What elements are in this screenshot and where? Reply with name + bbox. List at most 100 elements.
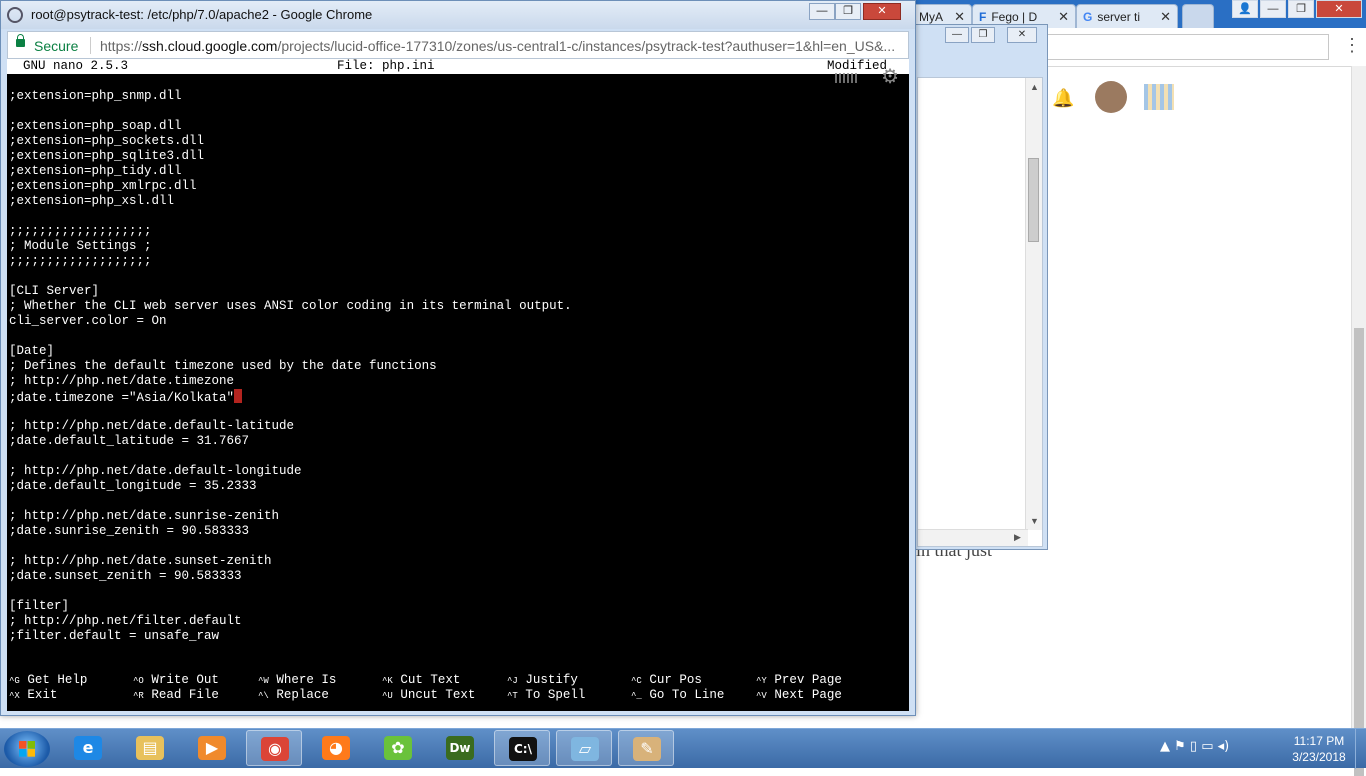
shortcut-label: Where Is [276,673,337,687]
editor-line[interactable]: ;extension=php_tidy.dll [9,164,572,179]
terminal[interactable]: GNU nano 2.5.3 File: php.ini Modified ⚙ … [7,59,909,711]
editor-line[interactable]: ;extension=php_xsl.dll [9,194,572,209]
editor-line[interactable]: ; http://php.net/filter.default [9,614,572,629]
shortcut-key: ^G [9,676,20,686]
taskbar-notes[interactable]: ▱ [556,730,612,766]
taskbar-green-app[interactable]: ✿ [370,730,426,766]
clock[interactable]: 11:17 PM 3/23/2018 [1286,733,1352,765]
editor-line[interactable]: ;date.default_latitude = 31.7667 [9,434,572,449]
editor-line[interactable] [9,584,572,599]
gear-icon[interactable]: ⚙ [881,69,899,89]
keyboard-icon[interactable] [835,73,857,83]
close-button[interactable]: ✕ [1316,0,1362,18]
taskbar-firefox[interactable]: ◕ [308,730,364,766]
editor-line[interactable] [9,404,572,419]
shortcut-key: ^K [382,676,393,686]
editor-line[interactable]: ;extension=php_snmp.dll [9,89,572,104]
editor-line[interactable]: ;date.default_longitude = 35.2333 [9,479,572,494]
minimize-button[interactable]: — [1260,0,1286,18]
editor-line[interactable]: ;;;;;;;;;;;;;;;;;;; [9,254,572,269]
chrome-ssh-window: root@psytrack-test: /etc/php/7.0/apache2… [0,0,916,716]
close-icon[interactable]: ✕ [1058,5,1069,28]
shortcut-label: Next Page [774,688,842,702]
editor-line[interactable]: ; http://php.net/date.default-longitude [9,464,572,479]
address-bar[interactable]: Secure https://ssh.cloud.google.com/proj… [7,31,909,59]
editor-line[interactable]: ; Module Settings ; [9,239,572,254]
taskbar-internet-explorer[interactable]: e [60,730,116,766]
editor-content[interactable]: ;extension=php_snmp.dll ;extension=php_so… [9,89,572,644]
editor-line[interactable]: ; Whether the CLI web server uses ANSI c… [9,299,572,314]
editor-line[interactable]: ;extension=php_sqlite3.dll [9,149,572,164]
shortcut-cur-pos: ^C Cur Pos [631,673,702,688]
scrollbar-thumb[interactable] [1354,328,1364,776]
taskbar-paint[interactable]: ✎ [618,730,674,766]
editor-line[interactable] [9,494,572,509]
avatar[interactable] [1095,81,1127,113]
modified-flag: Modified [827,59,888,73]
editor-line[interactable]: ;extension=php_xmlrpc.dll [9,179,572,194]
taskbar-media-player[interactable]: ▶ [184,730,240,766]
new-tab-button[interactable] [1182,4,1214,28]
editor-line[interactable] [9,104,572,119]
secure-label: Secure [34,38,79,54]
title-bar[interactable]: root@psytrack-test: /etc/php/7.0/apache2… [1,1,915,29]
editor-line[interactable]: ;;;;;;;;;;;;;;;;;;; [9,224,572,239]
editor-line[interactable]: ;extension=php_sockets.dll [9,134,572,149]
media-player-icon: ▶ [198,736,226,760]
editor-line[interactable]: ; http://php.net/date.default-latitude [9,419,572,434]
taskbar-dreamweaver[interactable]: Dw [432,730,488,766]
shortcut-exit: ^X Exit [9,688,57,703]
file-name: File: php.ini [337,59,435,73]
taskbar-command-prompt[interactable]: C:\ [494,730,550,766]
editor-line[interactable]: cli_server.color = On [9,314,572,329]
minimize-button[interactable]: — [945,27,969,43]
editor-line[interactable]: ;date.timezone ="Asia/Kolkata" [9,389,572,405]
editor-line[interactable] [9,539,572,554]
shortcut-key: ^C [631,676,642,686]
google-icon: G [1083,10,1093,24]
vertical-scrollbar[interactable]: ▲ ▼ [1025,78,1042,530]
show-desktop-button[interactable] [1355,729,1366,769]
page-scrollbar[interactable] [1351,66,1366,776]
horizontal-scrollbar[interactable]: ▶ [918,529,1028,546]
maximize-button[interactable]: ❐ [971,27,995,43]
start-button[interactable] [4,731,50,767]
editor-line[interactable]: [CLI Server] [9,284,572,299]
close-button[interactable]: ✕ [863,3,901,20]
scroll-up-icon[interactable]: ▲ [1030,82,1039,92]
editor-line[interactable]: ; http://php.net/date.timezone [9,374,572,389]
scroll-right-icon[interactable]: ▶ [1014,532,1021,543]
scrollbar-thumb[interactable] [1028,158,1039,242]
minimize-button[interactable]: — [809,3,835,20]
editor-line[interactable]: ;filter.default = unsafe_raw [9,629,572,644]
editor-line[interactable]: [filter] [9,599,572,614]
taskbar-file-explorer[interactable]: ▤ [122,730,178,766]
close-icon[interactable]: ✕ [1160,5,1171,28]
taskbar-chrome[interactable]: ◉ [246,730,302,766]
editor-line[interactable] [9,449,572,464]
user-icon[interactable]: 👤 [1232,0,1258,18]
clock-time: 11:17 PM [1293,734,1345,748]
scroll-down-icon[interactable]: ▼ [1030,516,1039,526]
shortcut-label: Cut Text [400,673,461,687]
menu-icon[interactable]: ⋮ [1343,36,1361,54]
maximize-button[interactable]: ❐ [835,3,861,20]
editor-line[interactable]: ; Defines the default timezone used by t… [9,359,572,374]
editor-line[interactable] [9,209,572,224]
maximize-button[interactable]: ❐ [1288,0,1314,18]
system-tray[interactable]: ▲ ⚑ ▯ ▭ ◂) [1160,739,1229,754]
notification-bell-icon[interactable]: 🔔 [1052,88,1074,109]
editor-line[interactable]: ; http://php.net/date.sunset-zenith [9,554,572,569]
url-text[interactable]: https://ssh.cloud.google.com/projects/lu… [100,38,906,54]
background-tab-3[interactable]: Gserver ti ✕ [1076,4,1178,28]
editor-line[interactable]: ;extension=php_soap.dll [9,119,572,134]
editor-line[interactable]: [Date] [9,344,572,359]
editor-line[interactable] [9,269,572,284]
editor-line[interactable] [9,329,572,344]
editor-line[interactable]: ;date.sunrise_zenith = 90.583333 [9,524,572,539]
editor-line[interactable]: ; http://php.net/date.sunrise-zenith [9,509,572,524]
background-address-bar[interactable] [1040,34,1329,60]
editor-line[interactable]: ;date.sunset_zenith = 90.583333 [9,569,572,584]
close-button[interactable]: ✕ [1007,27,1037,43]
shortcut-label: Uncut Text [400,688,476,702]
